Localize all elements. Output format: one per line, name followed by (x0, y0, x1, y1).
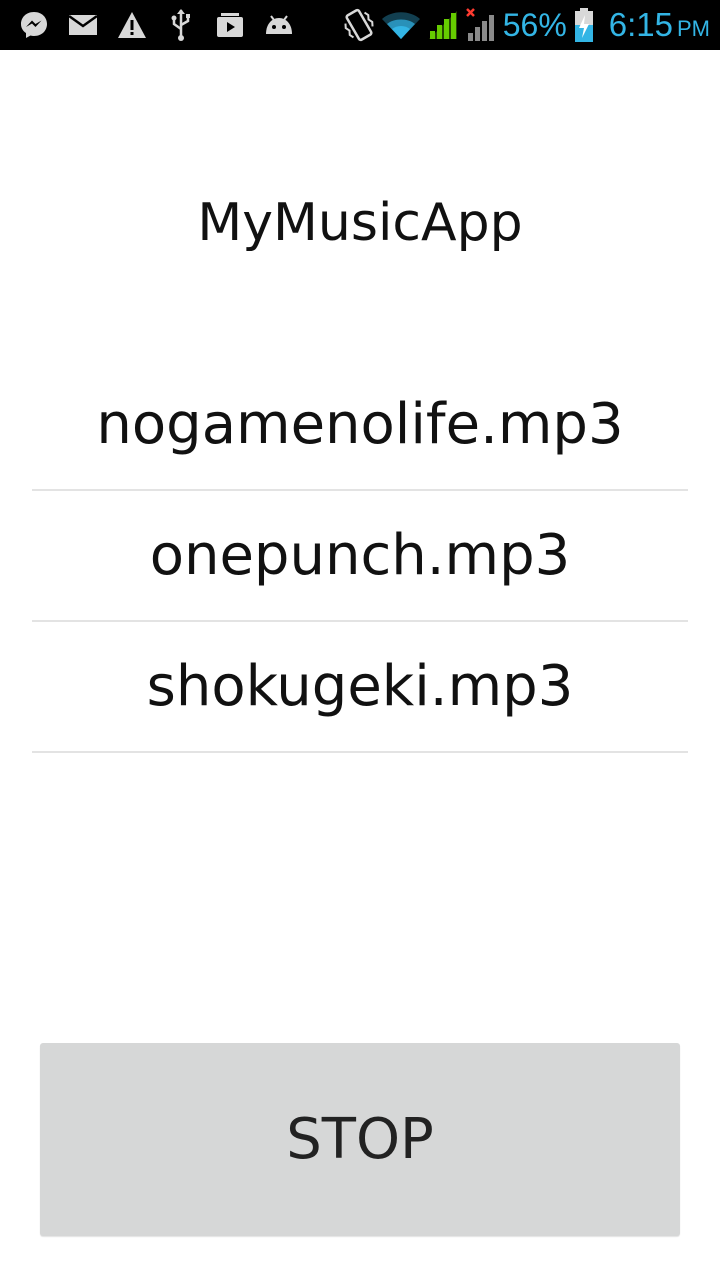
stop-button[interactable]: STOP (40, 1043, 680, 1236)
media-icon (214, 8, 246, 42)
notification-icons (18, 8, 295, 42)
song-list: nogamenolife.mp3 onepunch.mp3 shokugeki.… (32, 360, 688, 753)
system-icons: 56% 6:15 PM (343, 4, 710, 46)
app-title: MyMusicApp (197, 193, 523, 253)
messenger-icon (18, 8, 50, 42)
clock-time: 6:15 (608, 6, 673, 43)
clock: 6:15 PM (609, 6, 710, 44)
signal-icon (427, 8, 459, 42)
song-item-shokugeki[interactable]: shokugeki.mp3 (32, 622, 688, 753)
android-debug-icon (263, 8, 295, 42)
song-item-nogamenolife[interactable]: nogamenolife.mp3 (32, 360, 688, 491)
battery-percent: 56% (502, 6, 567, 43)
clock-ampm: PM (677, 16, 710, 41)
mail-icon (67, 8, 99, 42)
usb-icon (165, 8, 197, 42)
wifi-icon (381, 8, 421, 42)
song-item-onepunch[interactable]: onepunch.mp3 (32, 491, 688, 622)
warning-icon (116, 8, 148, 42)
signal-no-sim-icon (465, 8, 497, 42)
battery-charging-icon (573, 8, 595, 42)
status-bar: 56% 6:15 PM (0, 0, 720, 50)
vibrate-icon (343, 8, 375, 42)
